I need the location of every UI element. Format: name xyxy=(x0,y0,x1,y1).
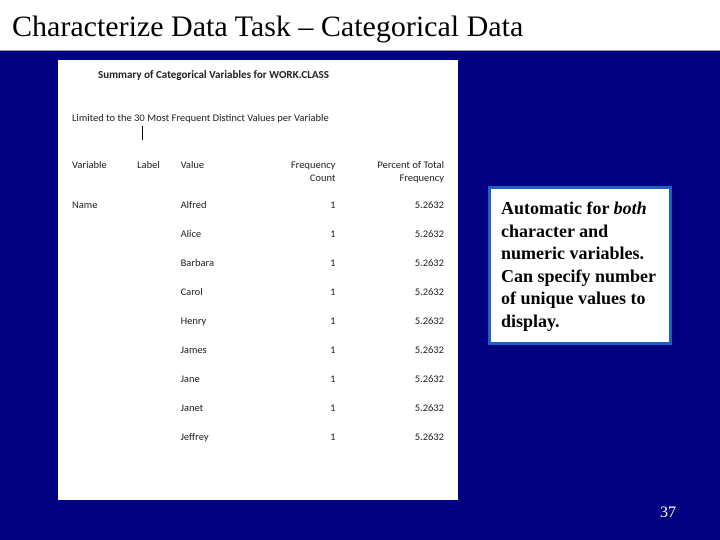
cell-variable xyxy=(68,364,133,393)
table-row: Jane15.2632 xyxy=(68,364,448,393)
text-cursor xyxy=(142,126,143,140)
cell-count: 1 xyxy=(263,248,339,277)
cell-count: 1 xyxy=(263,364,339,393)
categorical-table: Variable Label Value FrequencyCount Perc… xyxy=(68,152,448,451)
results-panel: Summary of Categorical Variables for WOR… xyxy=(58,60,458,500)
callout-text-3: character and numeric variables. Can spe… xyxy=(501,221,656,331)
callout-box: Automatic for both character and numeric… xyxy=(488,186,672,345)
table-row: Name Alfred15.2632 xyxy=(68,190,448,219)
cell-label xyxy=(133,190,176,219)
limited-note: Limited to the 30 Most Frequent Distinct… xyxy=(72,111,448,124)
cell-value: Alice xyxy=(177,219,264,248)
cell-variable xyxy=(68,248,133,277)
callout-text-1: Automatic for xyxy=(501,198,614,218)
col-variable: Variable xyxy=(68,152,133,190)
cell-percent: 5.2632 xyxy=(339,335,448,364)
cell-value: James xyxy=(177,335,264,364)
cell-value: Carol xyxy=(177,277,264,306)
cell-label xyxy=(133,306,176,335)
table-row: Henry15.2632 xyxy=(68,306,448,335)
cell-variable xyxy=(68,219,133,248)
cell-label xyxy=(133,364,176,393)
cell-variable xyxy=(68,393,133,422)
cell-count: 1 xyxy=(263,190,339,219)
cell-percent: 5.2632 xyxy=(339,277,448,306)
col-value: Value xyxy=(177,152,264,190)
col-label: Label xyxy=(133,152,176,190)
col-frequency: FrequencyCount xyxy=(263,152,339,190)
table-row: Alice15.2632 xyxy=(68,219,448,248)
table-row: Jeffrey15.2632 xyxy=(68,422,448,451)
cell-variable xyxy=(68,277,133,306)
cell-value: Henry xyxy=(177,306,264,335)
cell-variable xyxy=(68,306,133,335)
cell-percent: 5.2632 xyxy=(339,190,448,219)
cell-variable xyxy=(68,422,133,451)
table-row: Janet15.2632 xyxy=(68,393,448,422)
cell-percent: 5.2632 xyxy=(339,219,448,248)
page-number: 37 xyxy=(660,504,676,522)
callout-text-both: both xyxy=(614,198,647,218)
cell-label xyxy=(133,335,176,364)
cell-variable: Name xyxy=(68,190,133,219)
col-percent: Percent of TotalFrequency xyxy=(339,152,448,190)
table-row: Barbara15.2632 xyxy=(68,248,448,277)
cell-count: 1 xyxy=(263,335,339,364)
cell-count: 1 xyxy=(263,277,339,306)
cell-label xyxy=(133,422,176,451)
cell-count: 1 xyxy=(263,422,339,451)
cell-count: 1 xyxy=(263,306,339,335)
cell-value: Alfred xyxy=(177,190,264,219)
cell-value: Jane xyxy=(177,364,264,393)
summary-heading: Summary of Categorical Variables for WOR… xyxy=(98,68,448,81)
cell-count: 1 xyxy=(263,393,339,422)
table-row: Carol15.2632 xyxy=(68,277,448,306)
cell-label xyxy=(133,248,176,277)
cell-percent: 5.2632 xyxy=(339,306,448,335)
cell-percent: 5.2632 xyxy=(339,422,448,451)
cell-percent: 5.2632 xyxy=(339,248,448,277)
cell-percent: 5.2632 xyxy=(339,393,448,422)
slide-title: Characterize Data Task – Categorical Dat… xyxy=(0,0,720,51)
cell-value: Janet xyxy=(177,393,264,422)
cell-value: Barbara xyxy=(177,248,264,277)
cell-count: 1 xyxy=(263,219,339,248)
cell-variable xyxy=(68,335,133,364)
cell-value: Jeffrey xyxy=(177,422,264,451)
cell-label xyxy=(133,219,176,248)
cell-percent: 5.2632 xyxy=(339,364,448,393)
table-row: James15.2632 xyxy=(68,335,448,364)
cell-label xyxy=(133,277,176,306)
cell-label xyxy=(133,393,176,422)
